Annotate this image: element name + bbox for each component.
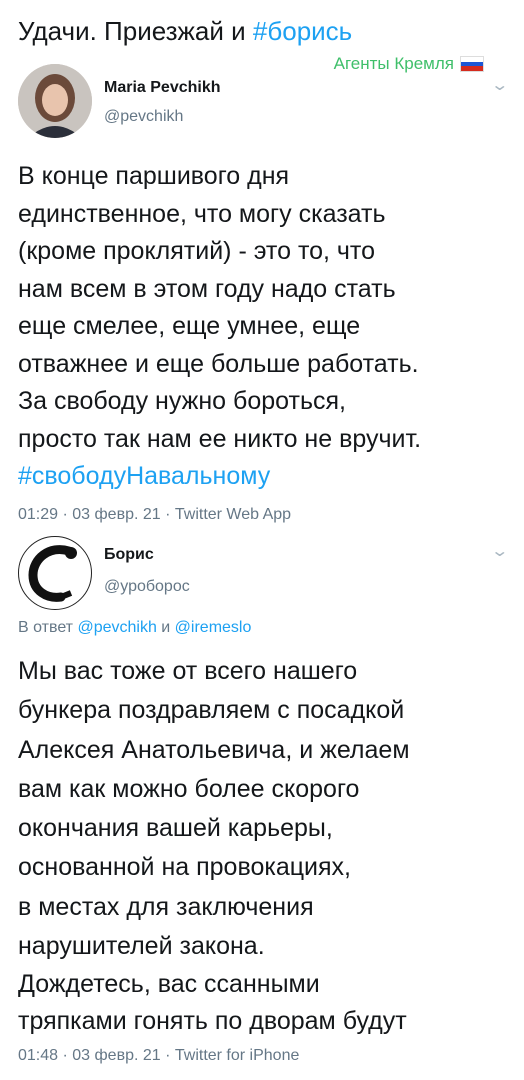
author-name[interactable]: Maria Pevchikh [104,79,221,97]
author-handle[interactable]: @уроборос [104,578,190,596]
reply-context: В ответ @pevchikh и @iremeslo [18,619,251,637]
tweet-meta: 01:29 · 03 февр. 21 · Twitter Web App [18,506,292,523]
tweet-menu-chevron-icon[interactable]: ⌄ [490,75,509,95]
tweet-line: нарушителей закона. [18,932,265,961]
tweet-line: Мы вас тоже от всего нашего [18,657,358,685]
tweet-body: В конце паршивого дня единственное, что … [18,158,513,496]
tweet-line: еще смелее, еще умнее, еще [18,312,361,340]
tweet-body: Мы вас тоже от всего нашего бункера позд… [18,652,513,966]
header-hashtag-link[interactable]: #борись [253,16,352,46]
tweet-menu-chevron-icon[interactable]: ⌄ [490,541,509,561]
reply-prefix: В ответ [18,619,78,636]
tweet-line: основанной на провокациях, [18,853,352,882]
tweet-body-continued: Дождетесь, вас ссанными тряпками гонять … [18,966,513,1040]
tweet-line: бункера поздравляем с посадкой [18,696,405,725]
tweet-line: В конце паршивого дня [18,162,290,190]
tweet-line: окончания вашей карьеры, [18,814,333,843]
tweet-hashtag-link[interactable]: #свободуНавальному [18,458,513,496]
header-text: Удачи. Приезжай и #борись [18,14,352,48]
tweet-line: тряпками гонять по дворам будут [18,1007,407,1035]
header-phrase: Удачи. Приезжай и [18,16,253,46]
reply-user-link[interactable]: @iremeslo [175,619,252,636]
tweet-line: Алексея Анатольевича, и желаем [18,735,410,764]
watermark: Агенты Кремля [334,54,484,74]
reply-and: и [156,619,175,636]
tweet-meta: 01:48 · 03 февр. 21 · Twitter for iPhone [18,1047,300,1064]
avatar-maria[interactable] [18,64,92,138]
reply-user-link[interactable]: @pevchikh [77,619,156,636]
tweet-line: Дождетесь, вас ссанными [18,970,320,998]
tweet-line: нам всем в этом году надо стать [18,274,396,303]
tweet-line: единственное, что могу сказать [18,199,386,228]
author-handle[interactable]: @pevchikh [104,108,183,126]
russia-flag-icon [460,56,484,72]
watermark-text: Агенты Кремля [333,54,454,73]
author-name[interactable]: Борис [104,546,154,564]
tweet-line: отважнее и еще больше работать. [18,349,419,378]
avatar-boris[interactable] [18,536,92,610]
tweet-line: (кроме проклятий) - это то, что [18,237,376,265]
tweet-line: в местах для заключения [18,892,314,921]
tweet-line: За свободу нужно бороться, [18,387,346,415]
tweet-line: просто так нам ее никто не вручит. [18,424,422,453]
tweet-line: вам как можно более скорого [18,774,360,803]
